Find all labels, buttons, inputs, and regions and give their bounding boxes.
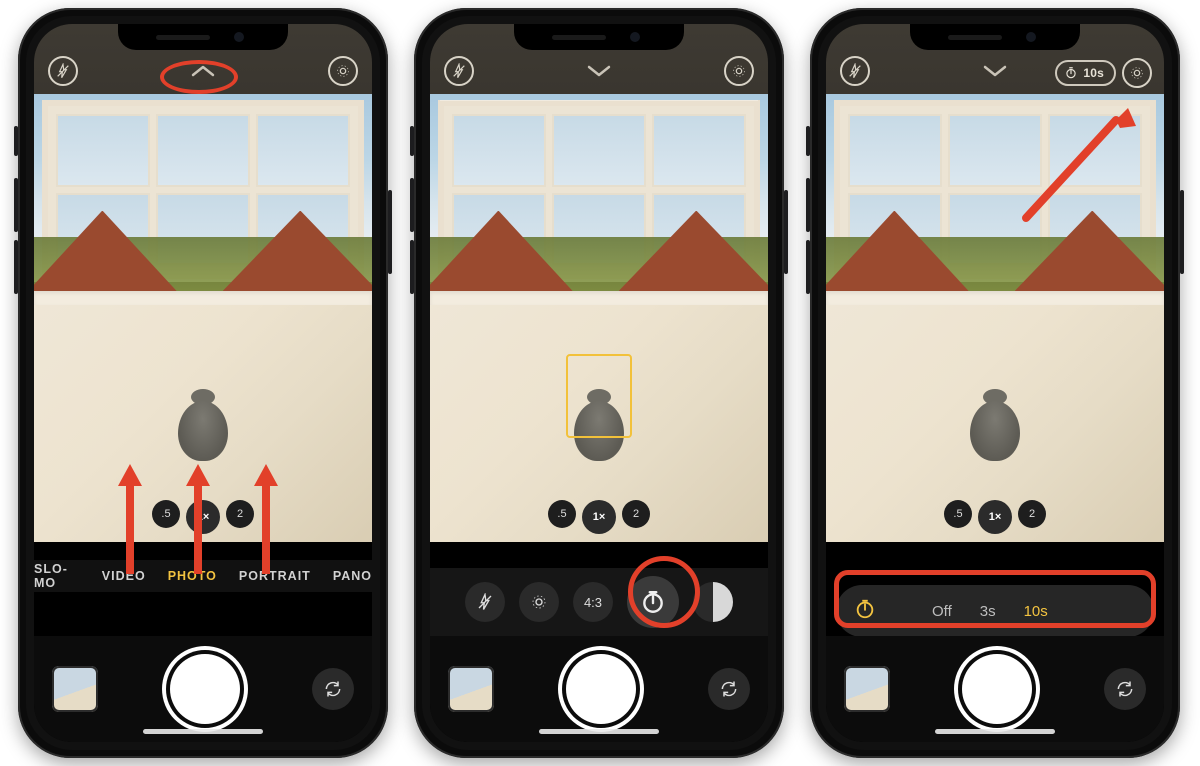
camera-flip-button[interactable]: [312, 668, 354, 710]
annotation-chevron-highlight: [160, 60, 238, 94]
live-photo-icon: [731, 63, 747, 79]
volume-up-button: [14, 178, 18, 232]
annotation-timer-highlight: [628, 556, 700, 628]
mode-slomo[interactable]: SLO-MO: [34, 562, 80, 590]
camera-dock: [826, 636, 1164, 742]
camera-flip-icon: [323, 679, 343, 699]
zoom-0_5x[interactable]: .5: [944, 500, 972, 528]
shutter-button[interactable]: [170, 654, 240, 724]
device-notch: [910, 24, 1080, 50]
camera-mode-strip[interactable]: SLO-MO VIDEO PHOTO PORTRAIT PANO: [34, 560, 372, 592]
collapse-controls-chevron[interactable]: [982, 64, 1008, 78]
aspect-ratio-control[interactable]: 4:3: [573, 582, 613, 622]
mute-switch: [14, 126, 18, 156]
live-photo-icon: [335, 63, 351, 79]
device-notch: [118, 24, 288, 50]
camera-viewfinder[interactable]: .5 1× 2: [826, 94, 1164, 542]
annotation-timer-row-highlight: [834, 570, 1156, 628]
live-photo-icon: [530, 593, 548, 611]
mode-video[interactable]: VIDEO: [102, 569, 146, 583]
mode-portrait[interactable]: PORTRAIT: [239, 569, 311, 583]
camera-app-screen: .5 1× 2 4:3: [430, 24, 768, 742]
phone-2: .5 1× 2 4:3: [414, 8, 784, 758]
camera-viewfinder[interactable]: .5 1× 2: [34, 94, 372, 542]
flash-off-icon: [451, 63, 467, 79]
flash-off-icon: [55, 63, 71, 79]
camera-flip-icon: [719, 679, 739, 699]
timer-status-badge[interactable]: 10s: [1055, 60, 1116, 86]
camera-flip-icon: [1115, 679, 1135, 699]
phone-3: 10s .5 1× 2: [810, 8, 1180, 758]
recent-photo-thumbnail[interactable]: [52, 666, 98, 712]
flash-toggle[interactable]: [48, 56, 78, 86]
camera-dock: [34, 636, 372, 742]
collapse-controls-chevron[interactable]: [586, 64, 612, 78]
flash-control[interactable]: [465, 582, 505, 622]
zoom-0_5x[interactable]: .5: [548, 500, 576, 528]
timer-badge-text: 10s: [1083, 66, 1104, 80]
zoom-1x[interactable]: 1×: [582, 500, 616, 534]
timer-icon: [1064, 66, 1078, 80]
focus-indicator: [566, 354, 632, 438]
phone-1: .5 1× 2 SLO-MO VIDEO PHOTO PORTRAIT PANO: [18, 8, 388, 758]
flash-toggle[interactable]: [840, 56, 870, 86]
camera-app-screen: 10s .5 1× 2: [826, 24, 1164, 742]
chevron-down-icon: [586, 64, 612, 78]
mode-pano[interactable]: PANO: [333, 569, 372, 583]
zoom-2x[interactable]: 2: [622, 500, 650, 528]
live-photo-icon: [1129, 65, 1145, 81]
live-photo-control[interactable]: [519, 582, 559, 622]
recent-photo-thumbnail[interactable]: [448, 666, 494, 712]
camera-dock: [430, 636, 768, 742]
zoom-1x[interactable]: 1×: [186, 500, 220, 534]
device-notch: [514, 24, 684, 50]
camera-app-screen: .5 1× 2 SLO-MO VIDEO PHOTO PORTRAIT PANO: [34, 24, 372, 742]
live-photo-toggle[interactable]: [1122, 58, 1152, 88]
home-indicator[interactable]: [539, 729, 659, 734]
subject-head: [172, 389, 234, 461]
flash-off-icon: [847, 63, 863, 79]
phone-frame: .5 1× 2 SLO-MO VIDEO PHOTO PORTRAIT PANO: [26, 16, 380, 750]
home-indicator[interactable]: [143, 729, 263, 734]
flash-off-icon: [476, 593, 494, 611]
zoom-2x[interactable]: 2: [226, 500, 254, 528]
camera-viewfinder[interactable]: .5 1× 2: [430, 94, 768, 542]
zoom-selector[interactable]: .5 1× 2: [152, 500, 254, 534]
shutter-button[interactable]: [962, 654, 1032, 724]
power-button: [388, 190, 392, 274]
camera-flip-button[interactable]: [708, 668, 750, 710]
shutter-button[interactable]: [566, 654, 636, 724]
mode-photo[interactable]: PHOTO: [168, 569, 217, 583]
tutorial-three-phones: .5 1× 2 SLO-MO VIDEO PHOTO PORTRAIT PANO: [0, 0, 1200, 766]
zoom-selector[interactable]: .5 1× 2: [944, 500, 1046, 534]
home-indicator[interactable]: [935, 729, 1055, 734]
zoom-selector[interactable]: .5 1× 2: [548, 500, 650, 534]
live-photo-toggle[interactable]: [724, 56, 754, 86]
flash-toggle[interactable]: [444, 56, 474, 86]
zoom-1x[interactable]: 1×: [978, 500, 1012, 534]
zoom-0_5x[interactable]: .5: [152, 500, 180, 528]
recent-photo-thumbnail[interactable]: [844, 666, 890, 712]
volume-down-button: [14, 240, 18, 294]
live-photo-toggle[interactable]: [328, 56, 358, 86]
chevron-down-icon: [982, 64, 1008, 78]
camera-flip-button[interactable]: [1104, 668, 1146, 710]
camera-controls-row: 4:3: [430, 568, 768, 636]
zoom-2x[interactable]: 2: [1018, 500, 1046, 528]
